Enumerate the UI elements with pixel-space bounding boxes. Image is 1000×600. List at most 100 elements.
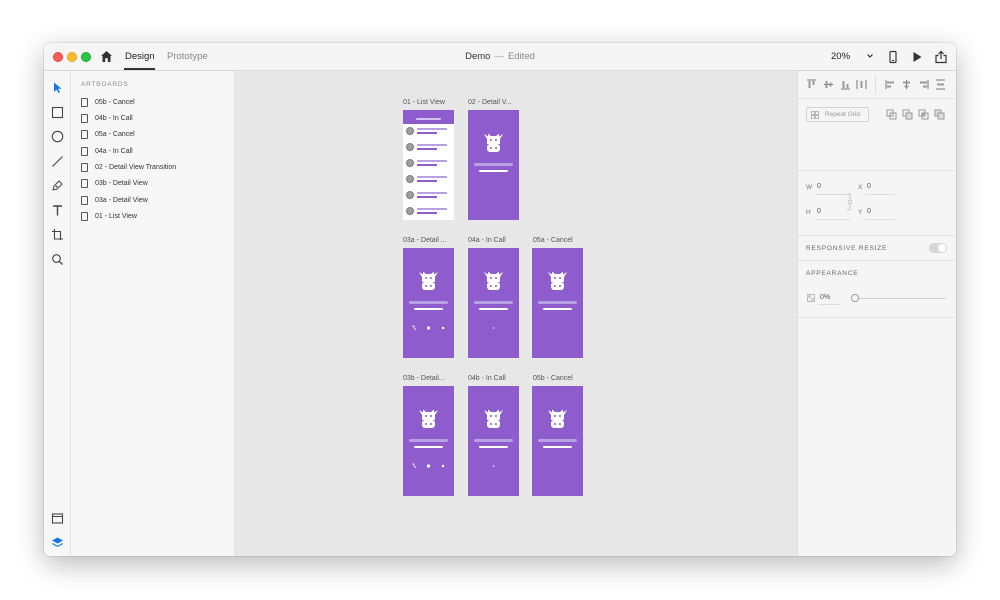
lock-aspect-icon[interactable]: [846, 192, 854, 212]
avatar: [406, 159, 414, 167]
layer-item[interactable]: 03b - Detail View: [81, 177, 148, 189]
responsive-resize-toggle[interactable]: [929, 243, 947, 253]
artboard-detail-view[interactable]: [468, 110, 519, 220]
artboard-detail-call[interactable]: [403, 386, 454, 496]
artboard-label[interactable]: 02 - Detail V...: [468, 99, 512, 106]
list-item: [403, 156, 454, 171]
boolean-intersect-icon[interactable]: [918, 109, 929, 120]
assets-icon[interactable]: [51, 512, 64, 525]
pen-tool-icon[interactable]: [51, 179, 64, 192]
layer-item[interactable]: 03a - Detail View: [81, 194, 148, 206]
x-label: X: [858, 184, 863, 191]
repeat-grid-label: Repeat Grid: [825, 111, 861, 118]
layers-icon[interactable]: [51, 536, 64, 549]
align-center-icon[interactable]: [901, 79, 912, 90]
align-top-icon[interactable]: [806, 79, 817, 90]
artboard-in-call[interactable]: [468, 386, 519, 496]
artboard-icon: [81, 146, 88, 156]
artboard-label[interactable]: 03b - Detail...: [403, 375, 445, 382]
opacity-slider-thumb[interactable]: [851, 294, 859, 302]
play-icon[interactable]: [910, 50, 924, 64]
cow-icon: [484, 409, 503, 428]
title-bar: Design Prototype Demo — Edited 20%: [44, 43, 956, 71]
layer-item-label: 05a - Cancel: [95, 130, 135, 138]
title-separator: —: [494, 51, 504, 62]
zoom-tool-icon[interactable]: [51, 253, 64, 266]
height-label: H: [806, 209, 811, 216]
artboard-icon: [81, 113, 88, 123]
opacity-icon: [807, 294, 815, 302]
design-canvas[interactable]: 01 - List View 02 - Detail V... 03a - De…: [235, 71, 797, 556]
zoom-level[interactable]: 20%: [831, 51, 850, 62]
layer-item[interactable]: 05b - Cancel: [81, 96, 135, 108]
repeat-grid-button[interactable]: Repeat Grid: [806, 107, 869, 122]
align-bottom-icon[interactable]: [840, 79, 851, 90]
layer-item[interactable]: 01 - List View: [81, 210, 137, 222]
align-middle-icon[interactable]: [823, 79, 834, 90]
layer-item-label: 04a - In Call: [95, 147, 133, 155]
artboard-detail-call[interactable]: [403, 248, 454, 358]
distribute-horizontal-icon[interactable]: [935, 79, 946, 90]
divider: [798, 235, 956, 236]
avatar: [406, 207, 414, 215]
list-item: [403, 188, 454, 203]
boolean-exclude-icon[interactable]: [934, 109, 945, 120]
share-icon[interactable]: [934, 50, 948, 64]
height-underline: [815, 219, 850, 220]
boolean-subtract-icon[interactable]: [902, 109, 913, 120]
layer-item-label: 02 - Detail View Transition: [95, 163, 177, 171]
artboard-label[interactable]: 05b - Cancel: [533, 375, 573, 382]
artboard-label[interactable]: 04a - In Call: [468, 237, 506, 244]
divider: [798, 170, 956, 171]
toggle-knob: [938, 244, 946, 252]
align-left-icon[interactable]: [885, 79, 896, 90]
opacity-slider-track[interactable]: [853, 298, 946, 299]
line-tool-icon[interactable]: [51, 155, 64, 168]
artboard-cancel[interactable]: [532, 248, 583, 358]
artboard-icon: [81, 178, 88, 188]
layer-item[interactable]: 05a - Cancel: [81, 128, 135, 140]
rectangle-tool-icon[interactable]: [51, 106, 64, 119]
align-right-icon[interactable]: [918, 79, 929, 90]
tools-bar: [44, 71, 71, 556]
select-tool-icon[interactable]: [51, 81, 64, 94]
artboard-in-call[interactable]: [468, 248, 519, 358]
avatar: [406, 175, 414, 183]
appearance-heading: APPEARANCE: [806, 270, 859, 277]
layer-item-label: 04b - In Call: [95, 114, 133, 122]
artboard-icon: [81, 162, 88, 172]
layer-item[interactable]: 02 - Detail View Transition: [81, 161, 176, 173]
opacity-field[interactable]: 0%: [820, 294, 830, 301]
x-field[interactable]: 0: [867, 183, 871, 190]
phone-preview-icon[interactable]: [886, 50, 900, 64]
ellipse-tool-icon[interactable]: [51, 130, 64, 143]
active-tab-indicator: [124, 68, 155, 70]
responsive-resize-label: RESPONSIVE RESIZE: [806, 245, 888, 252]
y-label: Y: [858, 209, 863, 216]
artboard-tool-icon[interactable]: [51, 228, 64, 241]
text-tool-icon[interactable]: [51, 204, 64, 217]
cow-icon: [548, 409, 567, 428]
width-underline: [815, 194, 850, 195]
chevron-down-icon[interactable]: [866, 52, 874, 60]
header-title-line: [416, 118, 441, 120]
distribute-vertical-icon[interactable]: [856, 79, 867, 90]
layer-item[interactable]: 04b - In Call: [81, 112, 133, 124]
artboard-label[interactable]: 03a - Detail ...: [403, 237, 447, 244]
boolean-add-icon[interactable]: [886, 109, 897, 120]
width-field[interactable]: 0: [817, 183, 821, 190]
y-field[interactable]: 0: [867, 208, 871, 215]
divider: [798, 260, 956, 261]
artboard-label[interactable]: 05a - Cancel: [533, 237, 573, 244]
layer-item[interactable]: 04a - In Call: [81, 145, 133, 157]
property-inspector: Repeat Grid W 0 X 0 H 0 Y 0 RESPONSIVE R…: [797, 71, 956, 556]
artboard-list-view[interactable]: [403, 110, 454, 220]
artboard-cancel[interactable]: [532, 386, 583, 496]
height-field[interactable]: 0: [817, 208, 821, 215]
artboard-label[interactable]: 04b - In Call: [468, 375, 506, 382]
artboard-label[interactable]: 01 - List View: [403, 99, 445, 106]
call-indicator: [492, 327, 495, 329]
layer-item-label: 03b - Detail View: [95, 179, 148, 187]
avatar: [406, 127, 414, 135]
width-label: W: [806, 184, 813, 191]
